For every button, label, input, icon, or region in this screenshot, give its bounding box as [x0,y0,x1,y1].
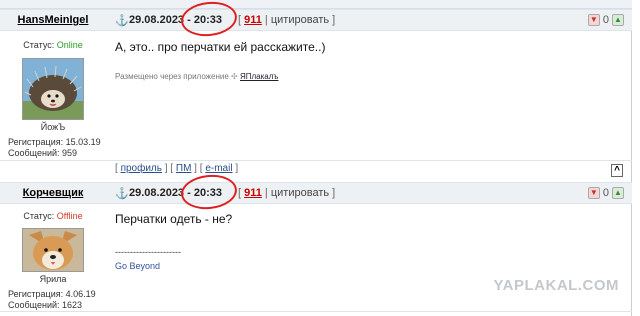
signature-text: Go Beyond [115,261,161,271]
avatar-caption: Ярила [39,274,67,284]
vote-down-icon[interactable]: ▼ [587,14,600,26]
message-count: Сообщений: 1623 [8,300,83,310]
rating-count: 0 [602,14,609,26]
quote-link[interactable]: цитировать [271,187,329,199]
app-link[interactable]: ЯПлакалъ [240,72,278,81]
app-icon: ✣ [231,72,238,81]
quote-link[interactable]: цитировать [271,14,329,26]
post-links: [ 911 | цитировать ] [238,14,336,26]
avatar-caption: ЙожЪ [40,122,66,132]
avatar[interactable] [22,58,84,120]
posted-via-label: Размещено через приложение [115,72,229,81]
post-number-link[interactable]: 911 [244,14,262,26]
post-message: Перчатки одеть - не? [115,212,233,226]
post-header: Корчевщик ⚓ 29.08.2023 - 20:33 [ 911 | ц… [0,182,632,204]
previous-post-footer-strip [0,0,632,9]
registration-date: Регистрация: 15.03.19 [8,137,101,147]
anchor-icon[interactable]: ⚓ [115,14,129,27]
profile-link[interactable]: профиль [121,163,162,174]
post-footer-links: [ профиль ] [ ПМ ] [ e-mail ] [115,163,239,174]
email-link[interactable]: e-mail [205,163,232,174]
status-value: Online [56,40,83,50]
post-message: А, это.. про перчатки ей расскажите..) [115,40,326,54]
posted-via: Размещено через приложение ✣ ЯПлакалъ [115,72,278,81]
post-header: HansMeinIgel ⚓ 29.08.2023 - 20:33 [ 911 … [0,9,632,31]
to-top-icon: ^ [614,165,620,176]
post-number-link[interactable]: 911 [244,187,262,199]
author-nick[interactable]: Корчевщик [0,187,106,199]
site-watermark: YAPLAKAL.COM [493,277,619,294]
author-stats: Регистрация: 4.06.19 Сообщений: 1623 [8,289,96,311]
pm-link[interactable]: ПМ [176,163,192,174]
message-count: Сообщений: 959 [8,148,78,158]
post-links: [ 911 | цитировать ] [238,187,336,199]
avatar[interactable] [22,228,84,272]
forum-thread: HansMeinIgel ⚓ 29.08.2023 - 20:33 [ 911 … [0,0,632,316]
vote-down-icon[interactable]: ▼ [587,187,600,199]
vote-up-icon[interactable]: ▲ [612,187,624,199]
author-column: Статус: Offline Ярила [0,207,106,284]
to-top-button[interactable]: ^ [611,164,623,177]
time-highlight-circle [179,172,239,212]
post-divider [0,311,632,312]
rating-controls: ▼ 0 ▲ [587,186,624,200]
rating-controls: ▼ 0 ▲ [587,13,624,27]
author-nick[interactable]: HansMeinIgel [0,14,106,26]
status-value: Offline [56,211,83,221]
author-column: Статус: Online ЙожЪ [0,36,106,132]
post-divider [0,160,632,161]
status-label: Статус: [23,211,57,221]
vote-up-icon[interactable]: ▲ [612,14,624,26]
rating-count: 0 [602,187,609,199]
status-line: Статус: Online [0,40,106,50]
anchor-icon[interactable]: ⚓ [115,187,129,200]
signature-separator: ---------------------- [115,247,181,257]
author-stats: Регистрация: 15.03.19 Сообщений: 959 [8,137,101,159]
status-line: Статус: Offline [0,211,106,221]
registration-date: Регистрация: 4.06.19 [8,289,96,299]
status-label: Статус: [23,40,57,50]
